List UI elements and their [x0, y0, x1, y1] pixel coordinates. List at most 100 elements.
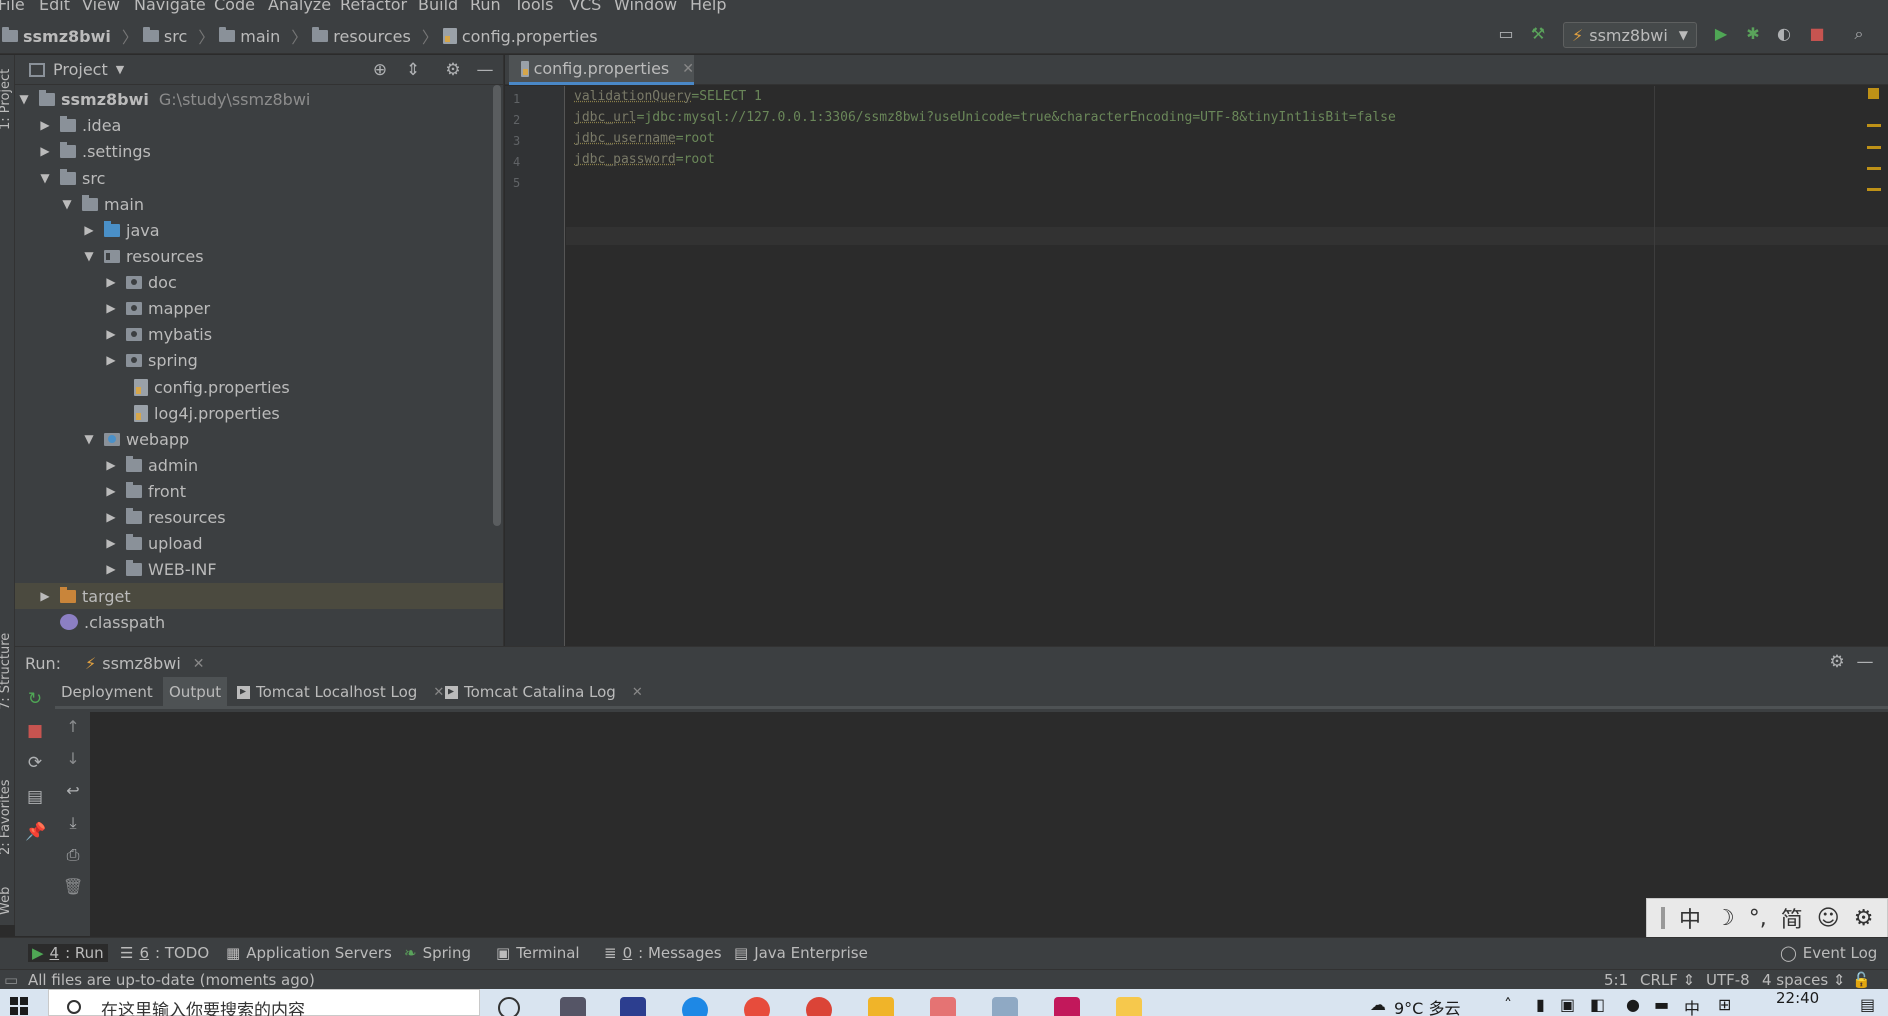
tab-tomcat-catalina-log[interactable]: Tomcat Catalina Log ✕ — [439, 677, 649, 707]
weather-text[interactable]: 9°C 多云 — [1394, 995, 1460, 1016]
tool-tab-application-servers[interactable]: ▦ Application Servers — [226, 944, 392, 962]
chrome-icon[interactable] — [806, 997, 832, 1016]
tool-tab-run[interactable]: ▶ 4: Run — [28, 944, 108, 962]
search-everywhere-icon[interactable]: ⌕ — [1849, 24, 1869, 44]
warning-stripe[interactable] — [1867, 167, 1881, 170]
tool-tab-project[interactable]: 1: Project — [0, 69, 13, 130]
taskbar-clock[interactable]: 22:40 — [1776, 989, 1819, 1007]
tray-app-icon[interactable]: ▬ — [1654, 995, 1669, 1014]
tree-item-target[interactable]: ▶ target — [15, 583, 503, 609]
tool-tab-terminal[interactable]: ▣ Terminal — [496, 944, 580, 962]
menu-tools[interactable]: Tools — [514, 0, 553, 14]
tree-item-idea[interactable]: ▶ .idea — [15, 112, 503, 138]
code-line[interactable]: validationQuery=SELECT 1 — [574, 89, 762, 104]
project-scrollbar[interactable] — [493, 85, 501, 526]
tab-output[interactable]: Output — [163, 677, 228, 707]
warning-stripe[interactable] — [1867, 146, 1881, 149]
menu-view[interactable]: View — [82, 0, 120, 14]
app-icon[interactable] — [620, 997, 646, 1016]
keyboard-icon[interactable]: ⊞ — [1718, 995, 1731, 1014]
tray-app-icon[interactable]: ◧ — [1590, 995, 1605, 1014]
expand-arrow-icon[interactable]: ▼ — [82, 249, 96, 263]
collapse-arrow-icon[interactable]: ▶ — [104, 562, 118, 576]
caret-position[interactable]: 5:1 — [1604, 970, 1628, 990]
pin-icon[interactable]: 📌 — [25, 822, 46, 842]
close-icon[interactable]: ✕ — [193, 656, 205, 672]
breadcrumb-project[interactable]: ssmz8bwi — [23, 27, 111, 46]
tool-tab-spring[interactable]: ❧ Spring — [404, 944, 471, 962]
tree-item-root[interactable]: ▼ ssmz8bwi G:\study\ssmz8bwi — [15, 86, 503, 112]
line-separator-selector[interactable]: CRLF ⇕ — [1640, 970, 1695, 990]
tree-item-webapp[interactable]: ▼ webapp — [15, 426, 503, 452]
status-message[interactable]: All files are up-to-date (moments ago) — [28, 970, 315, 990]
tree-item-settings[interactable]: ▶ .settings — [15, 138, 503, 164]
weather-icon[interactable]: ☁ — [1370, 995, 1386, 1014]
print-icon[interactable]: ⎙ — [63, 845, 83, 865]
collapse-all-icon[interactable]: ⇕ — [403, 60, 423, 80]
run-icon[interactable]: ▶ — [1711, 24, 1731, 44]
code-line[interactable]: jdbc_username=root — [574, 131, 715, 146]
collapse-arrow-icon[interactable]: ▶ — [104, 536, 118, 550]
ime-emoji-icon[interactable]: ☺ — [1817, 906, 1840, 931]
chevron-up-icon[interactable]: ˄ — [1504, 995, 1512, 1014]
collapse-arrow-icon[interactable]: ▶ — [38, 144, 52, 158]
tool-tab-web[interactable]: Web — [0, 887, 13, 915]
tray-app-icon[interactable]: ▮ — [1536, 995, 1545, 1014]
tree-item-mapper[interactable]: ▶ mapper — [15, 295, 503, 321]
menu-file[interactable]: File — [0, 0, 25, 14]
ime-punctuation-icon[interactable]: °, — [1749, 906, 1767, 931]
gear-icon[interactable]: ⚙ — [443, 60, 463, 80]
console-output[interactable] — [90, 712, 1888, 937]
collapse-arrow-icon[interactable]: ▶ — [82, 223, 96, 237]
breadcrumb-main[interactable]: main — [240, 27, 280, 46]
tree-item-webapp-resources[interactable]: ▶ resources — [15, 504, 503, 530]
stop-icon[interactable]: ■ — [25, 721, 45, 741]
collapse-arrow-icon[interactable]: ▶ — [104, 484, 118, 498]
ime-moon-icon[interactable]: ☽ — [1715, 906, 1735, 931]
ime-chinese-mode[interactable]: 中 — [1679, 902, 1701, 934]
stop-icon[interactable]: ■ — [1807, 24, 1827, 44]
expand-arrow-icon[interactable]: ▼ — [38, 171, 52, 185]
project-structure-icon[interactable]: ▭ — [1496, 24, 1516, 44]
tree-item-main[interactable]: ▼ main — [15, 191, 503, 217]
collapse-arrow-icon[interactable]: ▶ — [104, 327, 118, 341]
tray-app-icon[interactable]: ▣ — [1560, 995, 1575, 1014]
taskbar-search-input[interactable]: 在这里输入你要搜索的内容 — [48, 989, 480, 1016]
chrome-icon[interactable] — [744, 997, 770, 1016]
tree-item-log4j-properties[interactable]: log4j.properties — [15, 400, 503, 426]
expand-arrow-icon[interactable]: ▼ — [82, 432, 96, 446]
notification-icon[interactable]: ▤ — [1860, 995, 1875, 1014]
indent-selector[interactable]: 4 spaces ⇕ — [1762, 970, 1845, 990]
menu-navigate[interactable]: Navigate — [134, 0, 206, 14]
soft-wrap-icon[interactable]: ↩ — [63, 781, 83, 801]
breadcrumb-resources[interactable]: resources — [333, 27, 411, 46]
tree-item-src[interactable]: ▼ src — [15, 165, 503, 191]
menu-edit[interactable]: Edit — [39, 0, 70, 14]
windows-start-icon[interactable] — [10, 997, 28, 1015]
code-line[interactable]: jdbc_url=jdbc:mysql://127.0.0.1:3306/ssm… — [574, 110, 1396, 125]
tool-tab-event-log[interactable]: ◯ Event Log — [1780, 944, 1877, 962]
arrow-up-icon[interactable]: ↑ — [63, 717, 83, 737]
tab-tomcat-localhost-log[interactable]: Tomcat Localhost Log ✕ — [231, 677, 450, 707]
tree-item-mybatis[interactable]: ▶ mybatis — [15, 321, 503, 347]
run-configuration-select[interactable]: ⚡ ssmz8bwi ▼ — [1563, 22, 1697, 48]
locate-icon[interactable]: ⊕ — [370, 60, 390, 80]
tool-tab-messages[interactable]: ≣ 0: Messages — [604, 944, 722, 962]
expand-arrow-icon[interactable]: ▼ — [60, 197, 74, 211]
breadcrumb-src[interactable]: src — [164, 27, 187, 46]
tree-item-classpath[interactable]: .classpath — [15, 609, 503, 635]
arrow-down-icon[interactable]: ↓ — [63, 749, 83, 769]
menu-vcs[interactable]: VCS — [569, 0, 601, 14]
coverage-icon[interactable]: ◐ — [1774, 24, 1794, 44]
app-icon[interactable] — [1116, 997, 1142, 1016]
gear-icon[interactable]: ⚙ — [1827, 652, 1847, 672]
project-view-selector[interactable]: Project ▼ — [29, 60, 124, 79]
update-icon[interactable]: ⟳ — [25, 753, 45, 773]
app-icon[interactable] — [930, 997, 956, 1016]
tab-deployment[interactable]: Deployment — [55, 677, 159, 707]
debug-icon[interactable]: ✱ — [1743, 24, 1763, 44]
tree-item-web-inf[interactable]: ▶ WEB-INF — [15, 556, 503, 582]
file-encoding[interactable]: UTF-8 — [1706, 970, 1750, 990]
run-tab-ssmz8bwi[interactable]: ⚡ ssmz8bwi ✕ — [85, 654, 205, 673]
editor-tab-config-properties[interactable]: config.properties ✕ — [509, 55, 694, 85]
